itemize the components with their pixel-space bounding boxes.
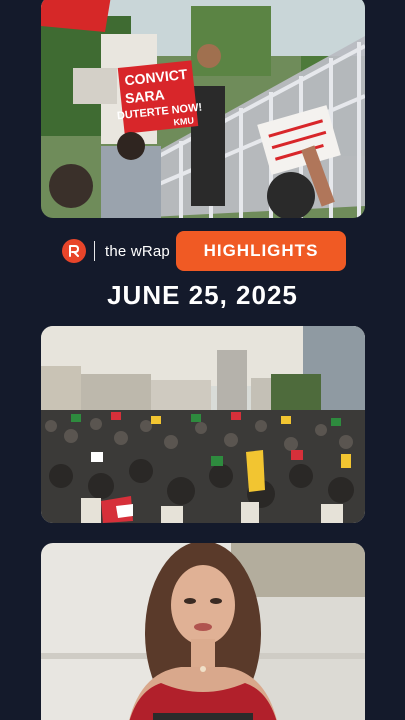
- rappler-logo[interactable]: the wRap: [62, 239, 170, 263]
- brand-row: the wRap HIGHLIGHTS: [62, 231, 346, 271]
- rappler-icon: [62, 239, 86, 263]
- highlights-button[interactable]: HIGHLIGHTS: [176, 231, 346, 271]
- story-thumbnail-rally[interactable]: [41, 326, 365, 523]
- brand-name: the wRap: [105, 242, 170, 260]
- date-heading: JUNE 25, 2025: [107, 280, 298, 310]
- anchor-photo: [41, 543, 365, 720]
- brand-divider: [94, 241, 95, 261]
- sign-line-4: KMU: [173, 115, 194, 127]
- story-thumbnail-protest[interactable]: CONVICT SARA DUTERTE NOW! KMU: [41, 0, 365, 218]
- story-thumbnail-anchor[interactable]: [41, 543, 365, 720]
- rally-photo: [41, 326, 365, 523]
- protest-photo: CONVICT SARA DUTERTE NOW! KMU: [41, 0, 365, 218]
